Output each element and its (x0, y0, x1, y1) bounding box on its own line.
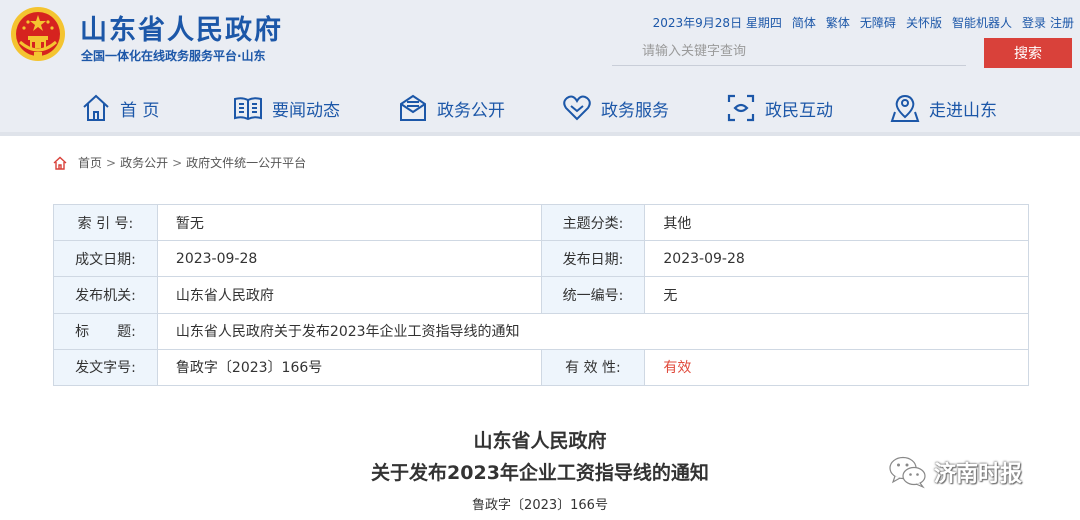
map-pin-icon (890, 94, 920, 122)
nav-label: 政务公开 (437, 100, 505, 121)
link-care-mode[interactable]: 关怀版 (906, 14, 942, 31)
national-emblem-icon[interactable] (10, 6, 66, 62)
nav-label: 政民互动 (765, 100, 833, 121)
nav-item-news[interactable]: 要闻动态 (232, 90, 340, 126)
value-doc-number: 鲁政字〔2023〕166号 (156, 348, 542, 386)
table-row: 发布机关: 山东省人民政府 统一编号: 无 (53, 276, 1029, 314)
label-title: 标 题: (53, 312, 158, 350)
value-index-number: 暂无 (156, 203, 542, 242)
document-title-line1: 山东省人民政府 (473, 430, 607, 452)
value-unified-number: 无 (644, 276, 1029, 314)
search-button[interactable]: 搜索 (984, 38, 1072, 68)
site-header: 山东省人民政府 全国一体化在线政务服务平台·山东 2023年9月28日 星期四 … (0, 0, 1080, 136)
breadcrumb-home[interactable]: 首页 (78, 154, 102, 171)
heart-icon (563, 95, 591, 121)
link-register[interactable]: 注册 (1050, 14, 1074, 31)
link-simplified[interactable]: 简体 (792, 14, 816, 31)
watermark-text: 济南时报 (934, 462, 1023, 487)
nav-label: 政务服务 (601, 100, 669, 121)
breadcrumb-doc-platform[interactable]: 政府文件统一公开平台 (186, 154, 306, 171)
breadcrumb-separator: > (172, 155, 183, 170)
value-written-date: 2023-09-28 (156, 240, 542, 278)
nav-item-gov-open[interactable]: 政务公开 (397, 90, 505, 126)
nav-label: 要闻动态 (272, 100, 340, 121)
label-unified-number: 统一编号: (540, 276, 646, 314)
value-issuing-agency: 山东省人民政府 (156, 276, 542, 314)
label-publish-date: 发布日期: (540, 240, 646, 278)
breadcrumb: 首页 > 政务公开 > 政府文件统一公开平台 (52, 154, 306, 171)
current-date: 2023年9月28日 星期四 (652, 16, 782, 30)
label-index-number: 索 引 号: (53, 203, 158, 242)
value-title: 山东省人民政府关于发布2023年企业工资指导线的通知 (156, 312, 1030, 350)
label-issuing-agency: 发布机关: (53, 276, 158, 314)
table-row: 发文字号: 鲁政字〔2023〕166号 有 效 性: 有效 (53, 348, 1029, 386)
nav-item-interaction[interactable]: 政民互动 (725, 90, 833, 126)
search-input[interactable] (612, 38, 966, 66)
nav-label: 首 页 (120, 100, 160, 121)
value-publish-date: 2023-09-28 (644, 240, 1029, 278)
table-row: 标 题: 山东省人民政府关于发布2023年企业工资指导线的通知 (53, 312, 1030, 350)
site-title[interactable]: 山东省人民政府 (80, 8, 283, 47)
link-accessibility[interactable]: 无障碍 (860, 14, 896, 31)
value-validity: 有效 (644, 348, 1029, 386)
nav-item-gov-service[interactable]: 政务服务 (561, 90, 669, 126)
header-divider (0, 132, 1080, 136)
label-validity: 有 效 性: (540, 348, 646, 386)
nav-item-home[interactable]: 首 页 (80, 90, 159, 126)
document-number: 鲁政字〔2023〕166号 (472, 498, 608, 513)
document-info-table: 索 引 号: 暂无 主题分类: 其他 成文日期: 2023-09-28 发布日期… (53, 203, 1030, 386)
label-topic: 主题分类: (540, 203, 646, 242)
nav-label: 走进山东 (929, 100, 997, 121)
home-icon (53, 156, 67, 170)
label-doc-number: 发文字号: (53, 348, 158, 386)
site-subtitle: 全国一体化在线政务服务平台·山东 (81, 49, 266, 63)
interaction-icon (727, 94, 755, 122)
table-row: 成文日期: 2023-09-28 发布日期: 2023-09-28 (53, 240, 1029, 278)
news-book-icon (234, 97, 262, 121)
table-row: 索 引 号: 暂无 主题分类: 其他 (53, 203, 1029, 242)
top-links: 2023年9月28日 星期四 简体 繁体 无障碍 关怀版 智能机器人 登录 注册 (653, 14, 1074, 31)
nav-item-shandong[interactable]: 走进山东 (889, 90, 997, 126)
link-traditional[interactable]: 繁体 (826, 14, 850, 31)
watermark: 济南时报 (888, 455, 1022, 489)
envelope-icon (400, 94, 426, 121)
value-topic: 其他 (644, 203, 1029, 242)
wechat-icon (889, 456, 926, 489)
breadcrumb-separator: > (106, 155, 117, 170)
main-nav: 首 页 要闻动态 政务公开 政务服务 政民互动 走进山东 (0, 84, 1080, 132)
breadcrumb-gov-open[interactable]: 政务公开 (120, 154, 168, 171)
label-written-date: 成文日期: (53, 240, 158, 278)
home-icon (83, 94, 109, 121)
link-login[interactable]: 登录 (1022, 14, 1046, 31)
link-robot[interactable]: 智能机器人 (952, 14, 1012, 31)
